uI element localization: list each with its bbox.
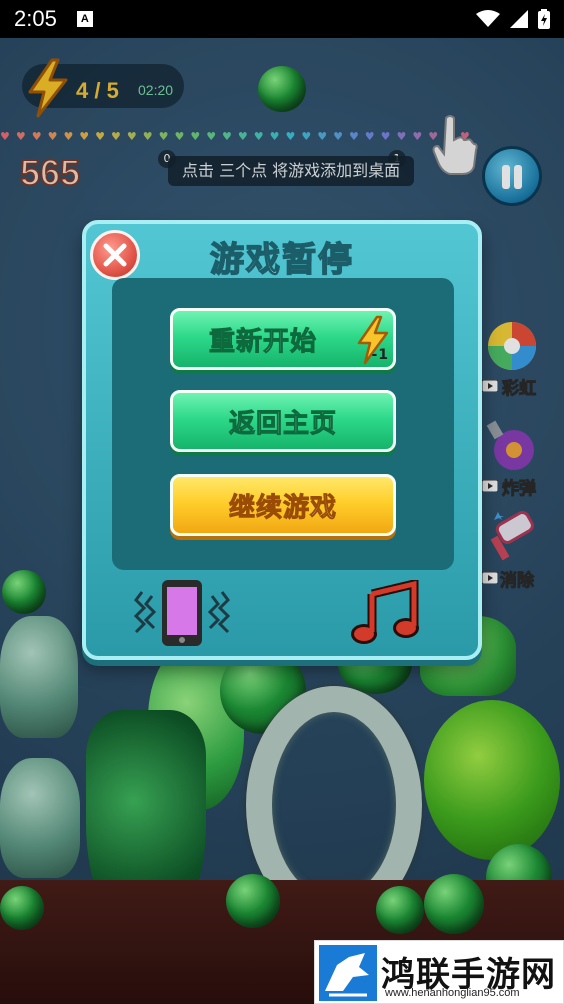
vibration-toggle[interactable] [133, 578, 231, 654]
site-watermark: 鸿联手游网 www.henanhonglian95.com [314, 940, 564, 1004]
status-time: 2:05 [14, 6, 57, 31]
home-button[interactable]: 返回主页 [170, 390, 396, 452]
close-button[interactable] [90, 230, 140, 280]
home-button-label: 返回主页 [228, 408, 337, 439]
signal-icon [510, 10, 528, 28]
watermark-url: www.henanhonglian95.com [385, 987, 520, 999]
music-note-icon [351, 578, 419, 644]
horse-logo-icon [319, 945, 377, 1001]
battery-icon [538, 9, 550, 29]
restart-cost: -1 [371, 347, 389, 363]
continue-button-label: 继续游戏 [228, 492, 337, 523]
restart-button[interactable]: 重新开始 -1 [170, 308, 396, 370]
vibrate-phone-icon [133, 580, 231, 646]
restart-button-label: 重新开始 [208, 326, 317, 357]
dialog-inner-panel: 重新开始 -1 返回主页 继续游戏 [112, 278, 454, 570]
dialog-title: 游戏暂停 [209, 239, 354, 281]
game-board: 4 / 5 02:20 ♥♥♥♥♥♥♥♥♥♥♥♥♥♥♥♥♥♥♥♥♥♥♥♥♥♥♥♥… [0, 38, 564, 1004]
continue-button[interactable]: 继续游戏 [170, 474, 396, 536]
close-icon [103, 243, 127, 267]
status-bar: 2:05 A [0, 0, 564, 38]
wifi-icon [476, 10, 500, 27]
music-toggle[interactable] [350, 578, 420, 650]
sim-notification-icon: A [76, 11, 93, 27]
pause-dialog: 游戏暂停 重新开始 -1 返回主页 继续游戏 [82, 220, 482, 660]
